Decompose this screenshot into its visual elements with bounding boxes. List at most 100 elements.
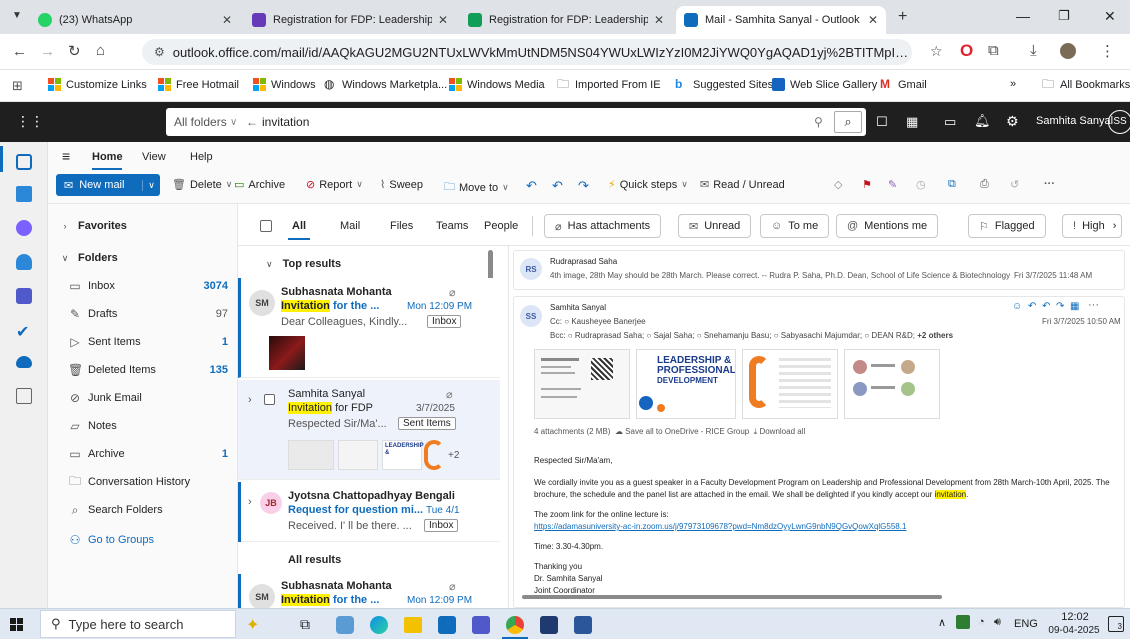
attachment-thumbnail-schedule[interactable] (742, 349, 838, 419)
message-item[interactable]: › Samhita Sanyal ⌀ Invitation for FDP 3/… (238, 380, 500, 480)
folder-search-folders[interactable]: ⌕ Search Folders (58, 498, 228, 522)
bookmark-windows-marketplace[interactable]: ◍ Windows Marketpla... (324, 78, 447, 91)
bcc-recipient[interactable]: Snehamanju Basu; (704, 331, 772, 340)
select-all-checkbox[interactable] (260, 220, 272, 232)
read-unread-button[interactable]: ✉ Read / Unread (700, 178, 785, 192)
tab-outlook-mail[interactable]: Mail - Samhita Sanyal - Outlook ✕ (676, 6, 886, 34)
app-launcher-icon[interactable]: ⋮⋮ (16, 113, 44, 130)
more-actions-icon[interactable]: ··· (1044, 178, 1055, 190)
reply-icon[interactable]: ↶ (1028, 301, 1036, 312)
todo-app-icon[interactable]: ✔ (16, 322, 32, 341)
people-app-icon[interactable] (16, 254, 32, 270)
taskbar-app-icon[interactable] (336, 616, 354, 634)
flagged-chip[interactable]: ⚐ Flagged (968, 214, 1046, 238)
tray-app-icon[interactable] (956, 615, 970, 629)
clock-time[interactable]: 12:02 (1050, 611, 1100, 623)
reply-all-icon[interactable]: ↶ (552, 178, 563, 194)
bcc-more-link[interactable]: +2 others (917, 331, 953, 340)
search-icon[interactable]: ⌕ (834, 111, 862, 133)
filter-tab-mail[interactable]: Mail (340, 220, 360, 232)
close-tab-icon[interactable]: ✕ (438, 13, 448, 27)
notification-center-icon[interactable]: 3 (1108, 616, 1124, 632)
go-to-groups-link[interactable]: ⚇ Go to Groups (58, 528, 228, 552)
user-avatar[interactable]: SS (1108, 110, 1130, 134)
folder-junk-email[interactable]: ⊘ Junk Email (58, 386, 228, 410)
tab-help[interactable]: Help (190, 151, 213, 163)
snooze-clock-icon[interactable]: ◷ (916, 178, 926, 191)
mail-app-icon[interactable] (16, 154, 32, 170)
emoji-react-icon[interactable]: ☺ (1012, 301, 1022, 312)
filter-icon[interactable]: ⚲ (814, 115, 823, 129)
more-options-icon[interactable]: ··· (1088, 299, 1099, 311)
mentions-me-chip[interactable]: @ Mentions me (836, 214, 939, 238)
bookmark-imported-from-ie[interactable]: 🗀 Imported From IE (557, 78, 661, 91)
forward-icon[interactable]: ↷ (1056, 301, 1064, 312)
close-tab-icon[interactable]: ✕ (654, 13, 664, 27)
user-name[interactable]: Samhita Sanyal (1036, 115, 1113, 127)
flag-icon[interactable]: ⚑ (862, 178, 872, 191)
filter-tab-files[interactable]: Files (390, 220, 413, 232)
filter-tab-people[interactable]: People (484, 220, 518, 232)
close-tab-icon[interactable]: ✕ (868, 13, 878, 27)
filter-tab-teams[interactable]: Teams (436, 220, 468, 232)
chevron-down-icon[interactable]: ∨ (142, 179, 160, 191)
message-checkbox[interactable] (264, 394, 275, 405)
delete-button[interactable]: 🗑︎ Delete ∨ (172, 178, 232, 192)
search-scope-dropdown[interactable]: All folders (174, 115, 227, 129)
has-attachments-chip[interactable]: ⌀ Has attachments (544, 214, 662, 238)
copilot-app-icon[interactable] (16, 220, 32, 236)
folder-archive[interactable]: ▭ Archive 1 (58, 442, 228, 466)
sweep-button[interactable]: ⌇ Sweep (380, 178, 423, 192)
top-results-header[interactable]: ∨ Top results (266, 258, 341, 270)
favorites-header[interactable]: › Favorites (58, 214, 228, 238)
maximize-icon[interactable]: ❐ (1058, 8, 1070, 24)
opera-extension-icon[interactable]: O (960, 41, 973, 61)
unread-chip[interactable]: ✉ Unread (678, 214, 752, 238)
browser-menu-icon[interactable]: ⋮ (1100, 42, 1115, 60)
taskbar-search[interactable]: ⚲ Type here to search (40, 610, 236, 638)
folder-sent-items[interactable]: ▷ Sent Items 1 (58, 330, 228, 354)
bookmark-customize-links[interactable]: Customize Links (48, 78, 147, 91)
message-item[interactable]: › JB Jyotsna Chattopadhyay Bengali Reque… (238, 482, 500, 542)
onedrive-app-icon[interactable] (16, 356, 32, 368)
folders-header[interactable]: ∨ Folders (58, 246, 228, 270)
apps-icon[interactable]: ▦ (1070, 301, 1079, 312)
attachment-thumbnail[interactable] (269, 336, 305, 370)
expand-thread-icon[interactable]: › (248, 394, 252, 406)
download-all-link[interactable]: Download all (759, 427, 805, 436)
site-info-icon[interactable]: ⚙ (154, 45, 165, 59)
sparkle-icon[interactable]: ✦ (246, 615, 259, 635)
download-icon[interactable]: ⤓ (1030, 42, 1037, 59)
rules-icon[interactable]: ⧉ (948, 178, 956, 191)
attachment-thumbnail-registration[interactable] (534, 349, 630, 419)
edge-icon[interactable] (370, 616, 388, 634)
folder-drafts[interactable]: ✎ Drafts 97 (58, 302, 228, 326)
folder-deleted-items[interactable]: 🗑︎ Deleted Items 135 (58, 358, 228, 382)
window-close-icon[interactable]: ✕ (1104, 8, 1116, 25)
extensions-icon[interactable]: ⧉ (988, 42, 999, 59)
message-item[interactable]: SM Subhasnata Mohanta ⌀ Invitation for t… (238, 278, 500, 378)
cc-recipient[interactable]: Kausheyee Banerjee (571, 317, 645, 326)
bcc-recipient[interactable]: Sabyasachi Majumdar; (781, 331, 862, 340)
print-icon[interactable]: ⎙ (980, 178, 989, 191)
reload-icon[interactable]: ↻ (68, 42, 81, 60)
tab-search-chevron-icon[interactable]: ▼ (12, 10, 22, 21)
bookmark-windows[interactable]: Windows (253, 78, 316, 91)
attachment-thumbnail-brochure[interactable]: LEADERSHIP & PROFESSIONAL DEVELOPMENT (636, 349, 736, 419)
input-language[interactable]: ENG (1014, 618, 1038, 630)
back-arrow-icon[interactable]: ← (12, 43, 27, 60)
to-me-chip[interactable]: ☺ To me (760, 214, 830, 238)
hamburger-menu-icon[interactable]: ≡ (62, 148, 70, 164)
bookmarks-overflow-chevron[interactable]: » (1010, 78, 1016, 90)
attachment-thumbnail[interactable] (288, 440, 334, 470)
quick-steps-button[interactable]: ⚡︎ Quick steps ∨ (608, 178, 688, 192)
back-arrow-icon[interactable]: ← (246, 115, 258, 129)
apps-grid-icon[interactable]: ⊞ (12, 78, 23, 94)
wifi-icon[interactable]: ◔ (978, 616, 985, 628)
bookmark-windows-media[interactable]: Windows Media (449, 78, 545, 91)
new-mail-button[interactable]: ✉ New mail ∨ (56, 174, 160, 196)
reply-icon[interactable]: ↶ (526, 178, 537, 194)
bcc-recipient[interactable]: DEAN R&D; (871, 331, 915, 340)
minimize-icon[interactable]: — (1016, 8, 1030, 24)
calendar-view-icon[interactable]: ▦ (906, 114, 918, 130)
